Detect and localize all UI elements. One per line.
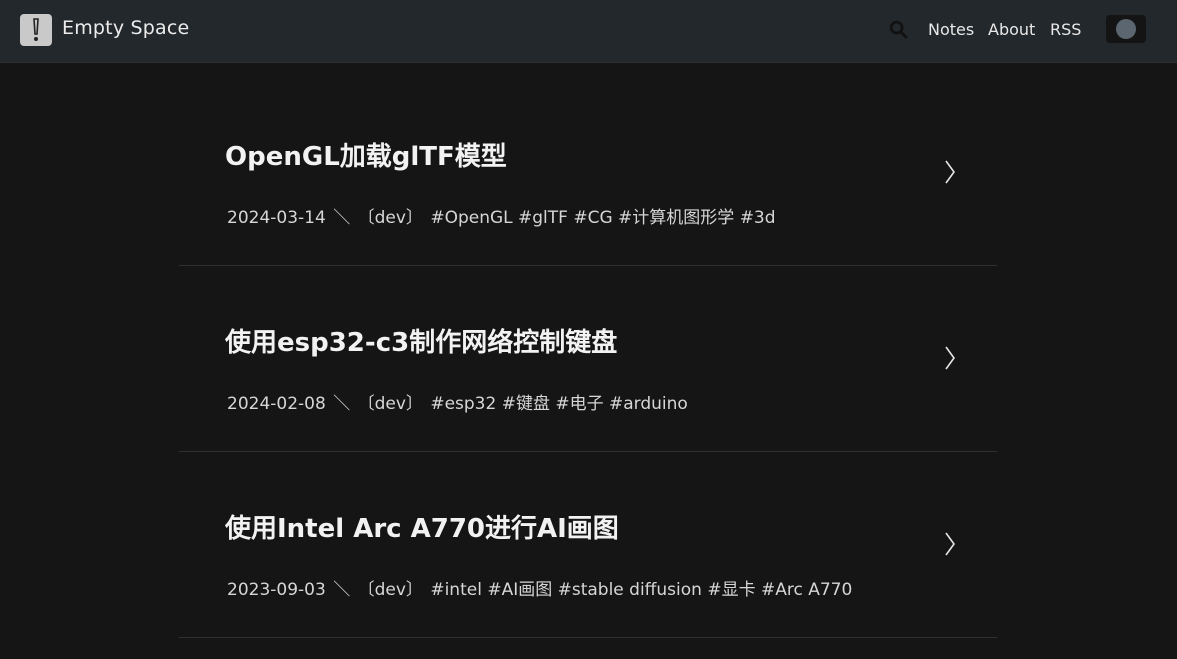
nav-notes-link[interactable]: Notes (928, 20, 974, 39)
post-title[interactable]: 使用esp32-c3制作网络控制键盘 (225, 322, 617, 359)
post-item[interactable]: 使用esp32-c3制作网络控制键盘 2024-02-08 ＼ 〔dev〕 #e… (179, 265, 997, 452)
post-title[interactable]: OpenGL加载glTF模型 (225, 136, 507, 173)
chevron-right-icon[interactable] (943, 345, 957, 371)
site-logo[interactable] (20, 14, 52, 46)
post-item[interactable]: 使用Intel Arc A770进行AI画图 2023-09-03 ＼ 〔dev… (179, 451, 997, 638)
post-category[interactable]: 〔dev〕 (358, 394, 423, 414)
post-separator: ＼ (333, 394, 351, 414)
post-date: 2023-09-03 (227, 580, 326, 600)
post-date: 2024-02-08 (227, 394, 326, 414)
post-date: 2024-03-14 (227, 208, 326, 228)
post-tags[interactable]: #intel #AI画图 #stable diffusion #显卡 #Arc … (430, 580, 852, 600)
nav-about-link[interactable]: About (988, 20, 1035, 39)
site-title[interactable]: Empty Space (62, 17, 189, 39)
post-meta: 2024-03-14 ＼ 〔dev〕 #OpenGL #glTF #CG #计算… (227, 203, 778, 228)
post-meta: 2023-09-03 ＼ 〔dev〕 #intel #AI画图 #stable … (227, 575, 854, 600)
nav-rss-link[interactable]: RSS (1050, 20, 1081, 39)
chevron-right-icon[interactable] (943, 531, 957, 557)
post-separator: ＼ (333, 208, 351, 228)
post-category[interactable]: 〔dev〕 (358, 208, 423, 228)
top-navbar: Empty Space Notes About RSS (0, 0, 1177, 63)
theme-toggle-icon (1116, 19, 1136, 39)
post-item[interactable]: OpenGL加载glTF模型 2024-03-14 ＼ 〔dev〕 #OpenG… (179, 79, 997, 266)
search-icon[interactable] (889, 20, 908, 39)
chevron-right-icon[interactable] (943, 159, 957, 185)
post-separator: ＼ (333, 580, 351, 600)
post-meta: 2024-02-08 ＼ 〔dev〕 #esp32 #键盘 #电子 #ardui… (227, 389, 690, 414)
theme-toggle-button[interactable] (1106, 15, 1146, 43)
exclamation-icon (33, 18, 39, 41)
post-tags[interactable]: #OpenGL #glTF #CG #计算机图形学 #3d (430, 208, 775, 228)
post-category[interactable]: 〔dev〕 (358, 580, 423, 600)
post-tags[interactable]: #esp32 #键盘 #电子 #arduino (430, 394, 688, 414)
post-title[interactable]: 使用Intel Arc A770进行AI画图 (225, 508, 619, 545)
